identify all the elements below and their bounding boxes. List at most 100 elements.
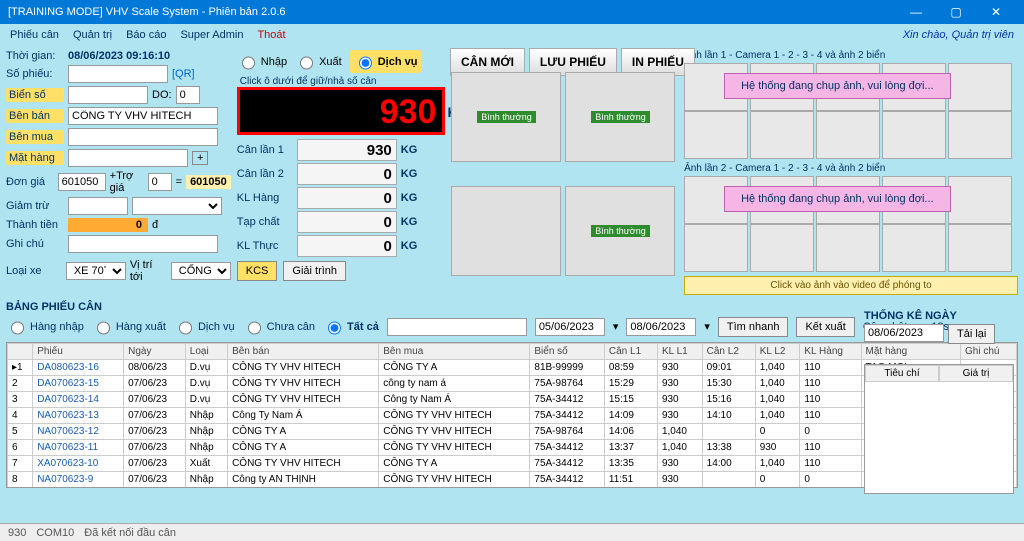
klhang-value: 0 [297, 187, 397, 209]
radio-nhap[interactable]: Nhập [237, 51, 287, 72]
stats-table: Tiêu chíGiá trị [864, 364, 1014, 494]
klthuc-label: KL Thực [237, 240, 293, 252]
menu-superadmin[interactable]: Super Admin [180, 29, 243, 41]
giaitrinh-button[interactable]: Giải trình [283, 261, 346, 281]
ketxuat-button[interactable]: Kết xuất [796, 317, 854, 337]
col-canl2[interactable]: Cân L2 [702, 344, 755, 360]
snapshot-thumb[interactable] [882, 111, 946, 159]
filter-tatca[interactable]: Tất cả [323, 316, 379, 337]
snapshot-thumb[interactable] [750, 224, 814, 272]
snapshot-thumb[interactable] [948, 63, 1012, 111]
thanhtien-value: 0 [68, 218, 148, 232]
menu-thoat[interactable]: Thoát [257, 29, 285, 41]
vitritoi-label: Vị trí tới [130, 259, 167, 283]
eq-label: = [176, 176, 182, 188]
unit-kg: KG [401, 144, 425, 156]
radio-dichvu[interactable]: Dịch vụ [350, 50, 422, 73]
cam-preview-2[interactable]: Bình thường [565, 72, 675, 162]
bienso-input[interactable] [68, 86, 148, 104]
stats-date-input[interactable] [864, 324, 944, 342]
do-input[interactable] [176, 86, 200, 104]
giamtru-select[interactable] [132, 197, 222, 215]
cam-preview-4[interactable]: Bình thường [565, 186, 675, 276]
calendar-icon[interactable]: ▾ [704, 320, 710, 333]
weight-display: 930 [240, 90, 443, 134]
cam-preview-1[interactable]: Bình thường [451, 72, 561, 162]
filter-hangxuat[interactable]: Hàng xuất [92, 316, 166, 337]
welcome-text: Xin chào, Quản trị viên [903, 29, 1014, 41]
timnhanh-button[interactable]: Tìm nhanh [718, 317, 789, 337]
qr-link[interactable]: [QR] [172, 68, 195, 80]
unit-kg: KG [401, 240, 425, 252]
col-kll2[interactable]: KL L2 [755, 344, 800, 360]
col-kll1[interactable]: KL L1 [657, 344, 702, 360]
snapshot-thumb[interactable] [948, 111, 1012, 159]
filter-hangxuat-radio[interactable] [97, 319, 110, 337]
filter-chuacan[interactable]: Chưa cân [243, 316, 315, 337]
col-loai[interactable]: Loại [185, 344, 227, 360]
mathang-plus-icon[interactable]: + [192, 151, 208, 165]
snapshot-thumb[interactable] [750, 111, 814, 159]
loaixe-label: Loại xe [6, 265, 62, 277]
weigh-panel: Nhập Xuất Dịch vụ Click ô dưới để giữ/nh… [237, 50, 446, 295]
filter-hangnhap[interactable]: Hàng nhập [6, 316, 84, 337]
snapshot-thumb[interactable] [948, 176, 1012, 224]
filter-dichvu[interactable]: Dịch vụ [174, 316, 235, 337]
giamtru-input[interactable] [68, 197, 128, 215]
filter-chuacan-radio[interactable] [248, 319, 261, 337]
loaixe-select[interactable]: XE 70T [66, 262, 126, 280]
canlan2-label: Cân lần 2 [237, 168, 293, 180]
menu-quantri[interactable]: Quản trị [73, 29, 112, 41]
snapshot-thumb[interactable] [684, 224, 748, 272]
cam-status-tag: Bình thường [591, 225, 649, 237]
sophieu-input[interactable] [68, 65, 168, 83]
canlan1-value: 930 [297, 139, 397, 161]
search-input[interactable] [387, 318, 527, 336]
date-to-input[interactable] [626, 318, 696, 336]
minimize-icon[interactable]: — [896, 0, 936, 24]
calendar-icon[interactable]: ▾ [613, 320, 619, 333]
filter-dichvu-radio[interactable] [179, 319, 192, 337]
radio-xuat-input[interactable] [300, 54, 313, 72]
snapshot-thumb[interactable] [948, 224, 1012, 272]
filter-tatca-radio[interactable] [328, 319, 341, 337]
maximize-icon[interactable]: ▢ [936, 0, 976, 24]
menu-baocao[interactable]: Báo cáo [126, 29, 166, 41]
capture-msg-1: Hệ thống đang chụp ảnh, vui lòng đợi... [724, 73, 951, 99]
snapshot-thumb[interactable] [882, 224, 946, 272]
benban-input[interactable] [68, 107, 218, 125]
do-label: DO: [152, 89, 172, 101]
menu-phieucan[interactable]: Phiếu cân [10, 29, 59, 41]
tailai-button[interactable]: Tải lại [948, 324, 995, 344]
mathang-input[interactable] [68, 149, 188, 167]
close-icon[interactable]: ✕ [976, 0, 1016, 24]
unit-kg: KG [401, 168, 425, 180]
col-benmua[interactable]: Bên mua [379, 344, 530, 360]
col-bienso[interactable]: Biển số [530, 344, 605, 360]
kcs-button[interactable]: KCS [237, 261, 278, 281]
col-phieu[interactable]: Phiếu [33, 344, 124, 360]
filter-hangnhap-radio[interactable] [11, 319, 24, 337]
col-klhang[interactable]: KL Hàng [800, 344, 861, 360]
col-canl1[interactable]: Cân L1 [604, 344, 657, 360]
vitritoi-select[interactable]: CỔNG 3 [171, 262, 231, 280]
snapshot-thumb[interactable] [816, 224, 880, 272]
radio-xuat[interactable]: Xuất [295, 51, 342, 72]
dongia-input[interactable] [58, 173, 106, 191]
weight-display-box[interactable]: Click ô dưới để giữ/nhả số cân 930 KG [237, 87, 446, 135]
radio-dichvu-input[interactable] [359, 54, 372, 72]
trogia-input[interactable] [148, 173, 172, 191]
menubar: Phiếu cân Quản trị Báo cáo Super Admin T… [0, 24, 1024, 46]
sophieu-label: Số phiếu: [6, 68, 64, 80]
cam-preview-3[interactable] [451, 186, 561, 276]
ghichu-input[interactable] [68, 235, 218, 253]
col-benban[interactable]: Bên bán [228, 344, 379, 360]
date-from-input[interactable] [535, 318, 605, 336]
col-ngay[interactable]: Ngày [124, 344, 186, 360]
snapshot-thumb[interactable] [816, 111, 880, 159]
currency-label: đ [152, 219, 158, 231]
tapchat-value: 0 [297, 211, 397, 233]
radio-nhap-input[interactable] [242, 54, 255, 72]
benmua-input[interactable] [68, 128, 218, 146]
snapshot-thumb[interactable] [684, 111, 748, 159]
